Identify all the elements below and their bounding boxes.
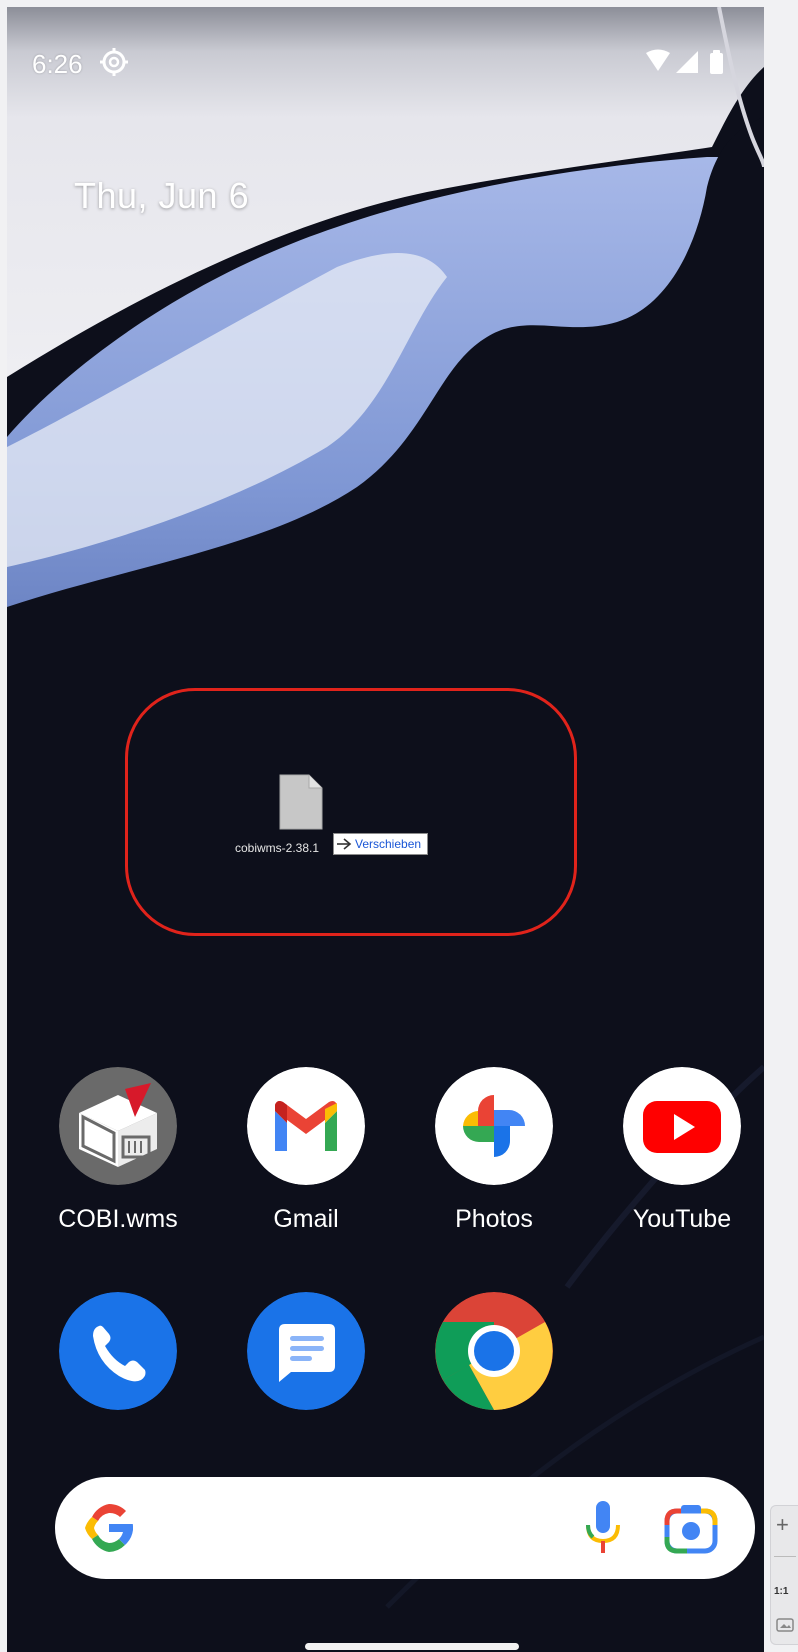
date-widget[interactable]: Thu, Jun 6 — [74, 175, 249, 217]
file-icon[interactable] — [279, 774, 323, 830]
zoom-ratio-label[interactable]: 1:1 — [774, 1586, 788, 1597]
app-label: Photos — [455, 1205, 533, 1233]
google-g-icon[interactable] — [83, 1502, 135, 1554]
google-lens-icon[interactable] — [663, 1501, 719, 1555]
microphone-icon[interactable] — [583, 1499, 623, 1557]
photos-app-icon — [435, 1067, 553, 1185]
zoom-in-button[interactable]: + — [776, 1512, 789, 1538]
gesture-nav-handle[interactable] — [305, 1643, 519, 1650]
phone-app-icon — [59, 1292, 177, 1410]
drag-action-tooltip: Verschieben — [333, 833, 429, 855]
status-bar: 6:26 — [7, 37, 764, 79]
app-photos[interactable]: Photos — [419, 1067, 569, 1247]
app-label: Gmail — [273, 1205, 339, 1233]
app-label: COBI.wms — [58, 1205, 178, 1233]
emulator-side-toolbar[interactable]: + 1:1 — [770, 1505, 798, 1645]
drag-action-label: Verschieben — [355, 837, 422, 851]
chrome-app-icon — [435, 1292, 553, 1410]
toolbar-divider — [774, 1556, 796, 1557]
home-screen: 6:26 Thu, Jun 6 cobiwms-2.38.1 Verschieb… — [7, 7, 764, 1652]
arrow-right-icon — [337, 838, 352, 850]
settings-gear-icon — [100, 48, 128, 76]
dragged-file-name: cobiwms-2.38.1 — [235, 841, 320, 855]
drag-highlight-annotation — [125, 688, 577, 936]
gmail-app-icon — [247, 1067, 365, 1185]
screenshot-icon[interactable] — [776, 1618, 794, 1632]
app-gmail[interactable]: Gmail — [231, 1067, 381, 1247]
dock-phone[interactable] — [43, 1292, 193, 1410]
google-search-bar[interactable] — [55, 1477, 755, 1579]
youtube-app-icon — [623, 1067, 741, 1185]
app-label: YouTube — [632, 1205, 732, 1233]
cell-signal-icon — [676, 51, 698, 73]
app-youtube[interactable]: YouTube — [607, 1067, 757, 1247]
messages-app-icon — [247, 1292, 365, 1410]
dock-messages[interactable] — [231, 1292, 381, 1410]
device-frame: 6:26 Thu, Jun 6 cobiwms-2.38.1 Verschieb… — [0, 0, 798, 1652]
battery-icon — [710, 50, 723, 74]
status-time: 6:26 — [32, 49, 83, 79]
wifi-icon — [646, 49, 670, 71]
cobi-wms-app-icon — [59, 1067, 177, 1185]
status-icons — [646, 49, 723, 74]
dock-chrome[interactable] — [419, 1292, 569, 1410]
app-cobi-wms[interactable]: COBI.wms — [43, 1067, 193, 1247]
